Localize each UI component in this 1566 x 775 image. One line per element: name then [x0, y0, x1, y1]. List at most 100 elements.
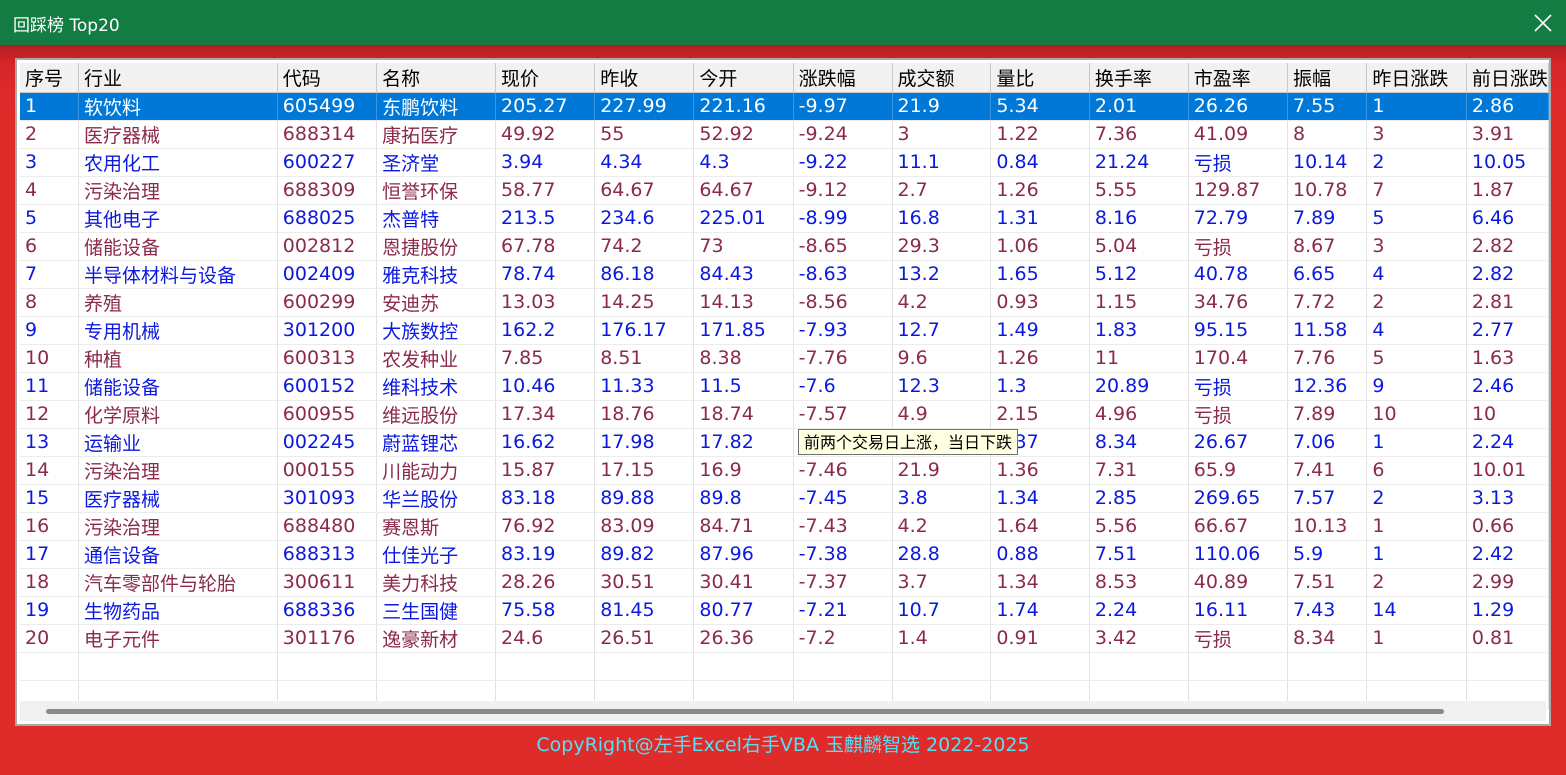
- table-cell: 110.06: [1188, 540, 1288, 569]
- table-row[interactable]: 3 农用化工 600227 圣济堂 3.94 4.34 4.3 -9.22 11.1 0.84 21…: [20, 148, 1549, 177]
- table-row[interactable]: 5 其他电子 688025 杰普特 213.5 234.6 225.01 -8.99 16.8 1…: [20, 204, 1549, 233]
- table-row[interactable]: 11 储能设备 600152 维科技术 10.46 11.33 11.5 -7.6 12.3 1.…: [20, 372, 1549, 401]
- table-cell: 2.15: [990, 400, 1090, 429]
- column-header[interactable]: 振幅: [1287, 63, 1368, 93]
- table-cell: 73: [693, 232, 794, 261]
- column-header[interactable]: 换手率: [1089, 63, 1189, 93]
- table-cell: 55: [594, 120, 695, 149]
- table-cell: 16.9: [693, 456, 794, 485]
- table-cell: 29.3: [892, 232, 992, 261]
- table-row[interactable]: 6 储能设备 002812 恩捷股份 67.78 74.2 73 -8.65 29.3 1.06 5…: [20, 232, 1549, 261]
- table-cell: 10.14: [1287, 148, 1368, 177]
- table-cell: 9.6: [892, 344, 992, 373]
- table-row[interactable]: 15 医疗器械 301093 华兰股份 83.18 89.88 89.8 -7.45 3.8 1.…: [20, 484, 1549, 513]
- table-row[interactable]: 18 汽车零部件与轮胎 300611 美力科技 28.26 30.51 30.41 -7.37…: [20, 568, 1549, 597]
- scrollbar-thumb[interactable]: [46, 709, 1444, 714]
- table-row[interactable]: 12 化学原料 600955 维远股份 17.34 18.76 18.74 -7.57 4.9 2…: [20, 400, 1549, 429]
- column-header[interactable]: 名称: [376, 63, 497, 93]
- table-cell: 3.7: [892, 568, 992, 597]
- table-cell: 162.2: [495, 316, 596, 345]
- table-row[interactable]: 1 软饮料 605499 东鹏饮料 205.27 227.99 221.16 -9.97 21.…: [20, 92, 1549, 121]
- table-row[interactable]: 2 医疗器械 688314 康拓医疗 49.92 55 52.92 -9.24 3 1.22 7.3…: [20, 120, 1549, 149]
- table-cell: 301176: [277, 624, 378, 653]
- column-header[interactable]: 序号: [20, 63, 80, 93]
- table-cell: 川能动力: [376, 456, 497, 485]
- table-cell: 83.09: [594, 512, 695, 541]
- horizontal-scrollbar[interactable]: [20, 701, 1546, 721]
- column-header[interactable]: 昨收: [594, 63, 695, 93]
- column-header[interactable]: 现价: [495, 63, 596, 93]
- table-cell: 化学原料: [78, 400, 278, 429]
- table-cell: 227.99: [594, 92, 695, 121]
- table-cell: 5.34: [990, 92, 1090, 121]
- table-cell: 7.36: [1089, 120, 1189, 149]
- table-cell: 6: [1366, 456, 1467, 485]
- table-row[interactable]: 13运输业002245蔚蓝锂芯16.6217.9817.82-7.5615.51…: [20, 428, 1549, 457]
- table-cell: 农发种业: [376, 344, 497, 373]
- close-button[interactable]: [1520, 0, 1566, 45]
- column-header[interactable]: 昨日涨跌: [1366, 63, 1467, 93]
- table-cell: 生物药品: [78, 596, 278, 625]
- table-cell: 24.6: [495, 624, 596, 653]
- table-cell: -7.43: [793, 512, 893, 541]
- column-header[interactable]: 前日涨跌: [1466, 63, 1549, 93]
- table-cell: 221.16: [693, 92, 794, 121]
- table-cell: 66.67: [1188, 512, 1288, 541]
- table-cell: 1: [1366, 92, 1467, 121]
- table-cell: 2.24: [1089, 596, 1189, 625]
- column-header[interactable]: 量比: [990, 63, 1090, 93]
- column-header[interactable]: 行业: [78, 63, 278, 93]
- table-row[interactable]: 17 通信设备 688313 仕佳光子 83.19 89.82 87.96 -7.38 28.8…: [20, 540, 1549, 569]
- table-cell: 1.29: [1466, 596, 1549, 625]
- table-cell: 1.83: [1089, 316, 1189, 345]
- table-cell: 1.65: [990, 260, 1090, 289]
- table-cell: 2.24: [1466, 428, 1549, 457]
- table-cell: 2.86: [1466, 92, 1549, 121]
- table-cell: 89.88: [594, 484, 695, 513]
- table-row[interactable]: 7 半导体材料与设备 002409 雅克科技 78.74 86.18 84.43 -8.63 1…: [20, 260, 1549, 289]
- data-grid[interactable]: 序号 行业 代码 名称 现价 昨收 今开 涨跌幅 成交额 量比 换手率 市盈率 振幅 昨日涨跌 前日涨跌 1…: [15, 58, 1551, 726]
- table-row[interactable]: 20 电子元件 301176 逸豪新材 24.6 26.51 26.36 -7.2 1.4 0.9…: [20, 624, 1549, 653]
- table-row[interactable]: 10 种植 600313 农发种业 7.85 8.51 8.38 -7.76 9.6 1.26 11…: [20, 344, 1549, 373]
- table-cell: -7.21: [793, 596, 893, 625]
- table-cell: 10.7: [892, 596, 992, 625]
- table-cell: 1.26: [990, 344, 1090, 373]
- table-row[interactable]: 4 污染治理 688309 恒誉环保 58.77 64.67 64.67 -9.12 2.7 1.…: [20, 176, 1549, 205]
- table-cell: -7.38: [793, 540, 893, 569]
- column-header[interactable]: 代码: [277, 63, 378, 93]
- table-cell: 1: [1366, 512, 1467, 541]
- table-cell: 0.84: [990, 148, 1090, 177]
- table-cell: 8.34: [1287, 624, 1368, 653]
- table-cell: 1.64: [990, 512, 1090, 541]
- table-row[interactable]: 8 养殖 600299 安迪苏 13.03 14.25 14.13 -8.56 4.2 0.93 1…: [20, 288, 1549, 317]
- table-cell: 301093: [277, 484, 378, 513]
- table-cell: 17.15: [594, 456, 695, 485]
- table-cell: 0.93: [990, 288, 1090, 317]
- table-cell: 储能设备: [78, 372, 278, 401]
- table-cell: 3.42: [1089, 624, 1189, 653]
- table-cell: 89.8: [693, 484, 794, 513]
- table-row[interactable]: 14 污染治理 000155 川能动力 15.87 17.15 16.9 -7.46 21.9 1…: [20, 456, 1549, 485]
- table-cell: 18.76: [594, 400, 695, 429]
- table-cell: 26.67: [1188, 428, 1288, 457]
- table-cell: 通信设备: [78, 540, 278, 569]
- table-cell: 4.34: [594, 148, 695, 177]
- table-cell: 41.09: [1188, 120, 1288, 149]
- table-cell: 0.66: [1466, 512, 1549, 541]
- column-header[interactable]: 市盈率: [1188, 63, 1288, 93]
- table-cell: 52.92: [693, 120, 794, 149]
- table-cell: 污染治理: [78, 456, 278, 485]
- table-cell: 8.51: [594, 344, 695, 373]
- column-header[interactable]: 今开: [693, 63, 794, 93]
- table-cell: 维远股份: [376, 400, 497, 429]
- table-cell: 7.41: [1287, 456, 1368, 485]
- table-row[interactable]: 16 污染治理 688480 赛恩斯 76.92 83.09 84.71 -7.43 4.2 1.…: [20, 512, 1549, 541]
- table-cell: 213.5: [495, 204, 596, 233]
- table-cell: 7.57: [1287, 484, 1368, 513]
- table-row[interactable]: 9 专用机械 301200 大族数控 162.2 176.17 171.85 -7.93 12.…: [20, 316, 1549, 345]
- table-row[interactable]: 19 生物药品 688336 三生国健 75.58 81.45 80.77 -7.21 10.7…: [20, 596, 1549, 625]
- column-header[interactable]: 成交额: [892, 63, 992, 93]
- table-cell: 5.56: [1089, 512, 1189, 541]
- table-cell: 华兰股份: [376, 484, 497, 513]
- column-header[interactable]: 涨跌幅: [793, 63, 893, 93]
